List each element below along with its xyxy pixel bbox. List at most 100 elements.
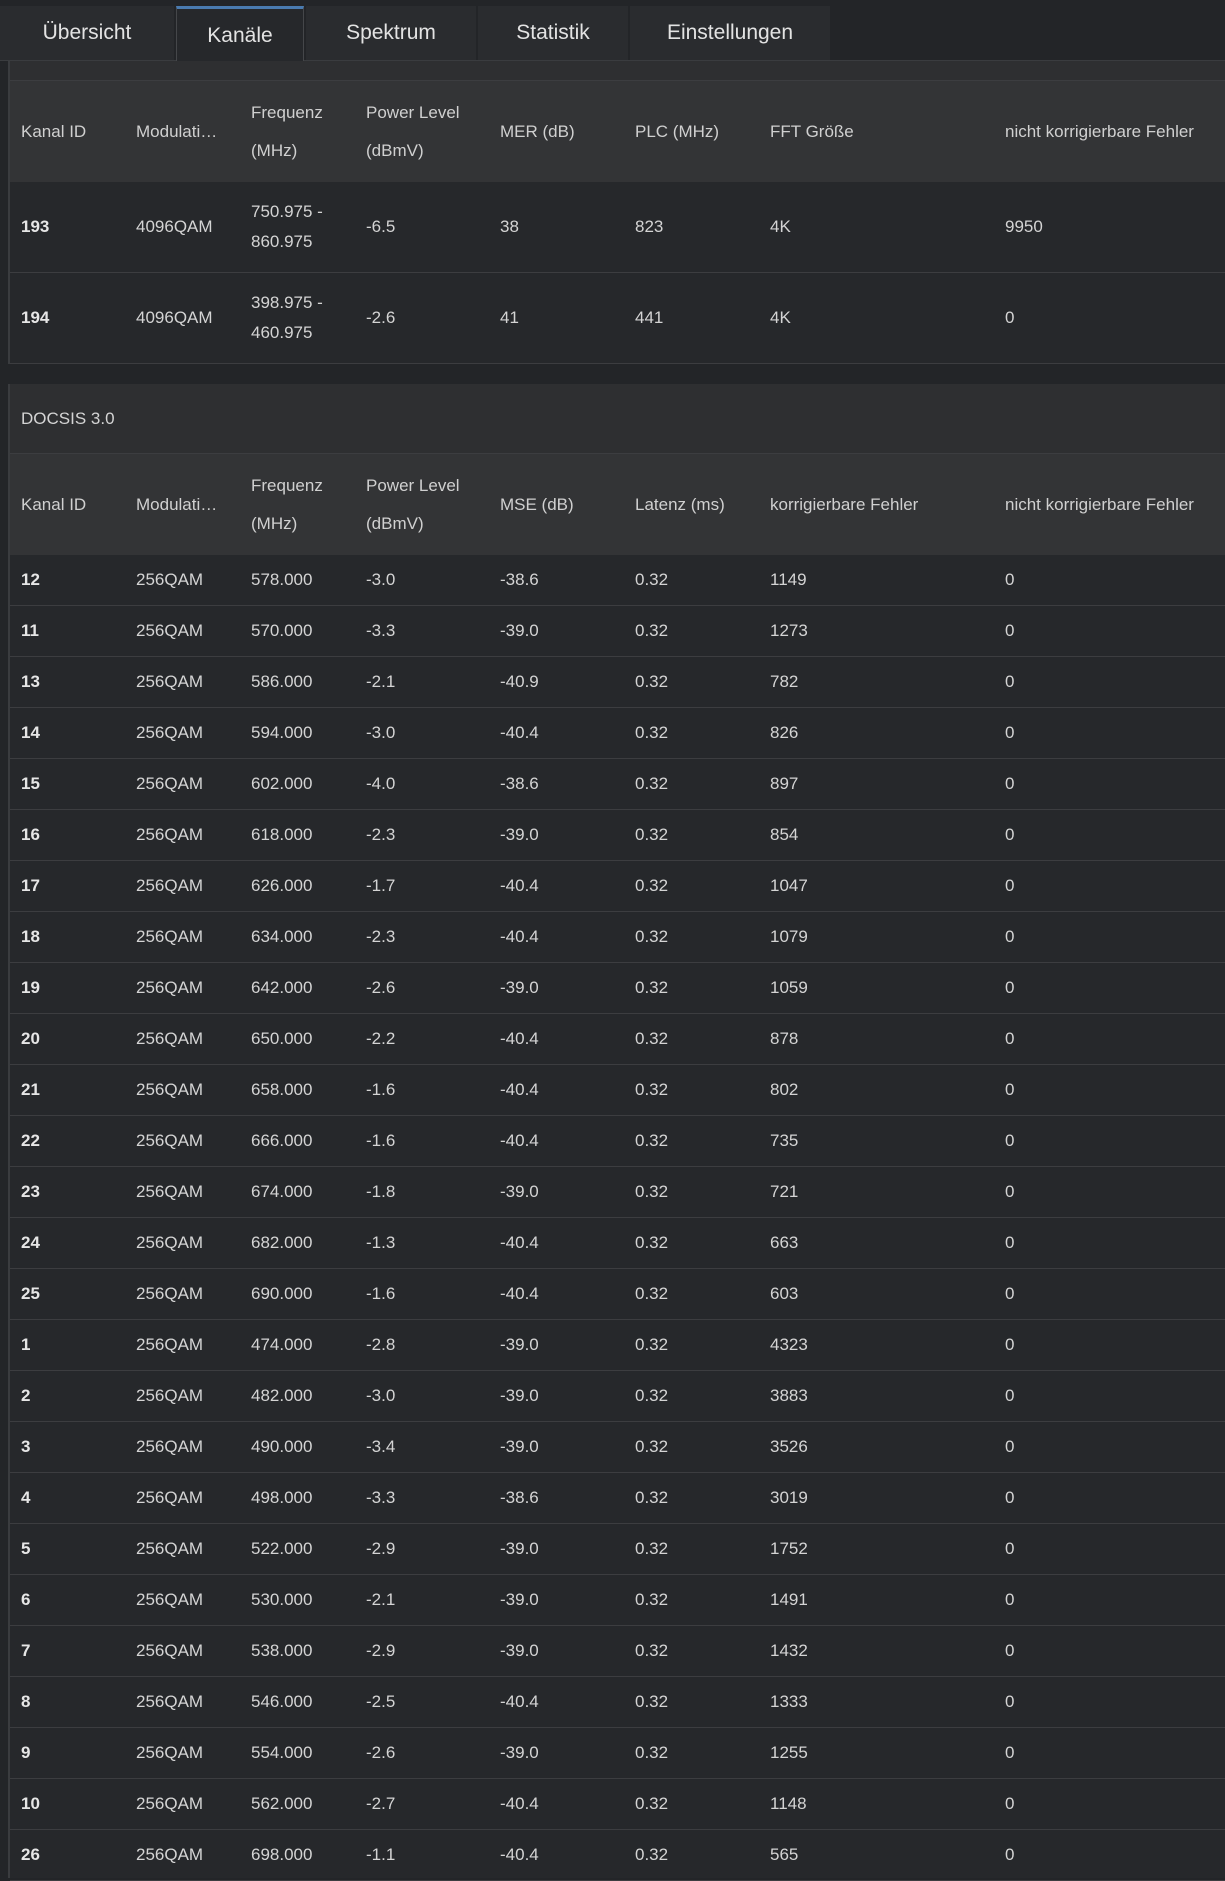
ofdm-channel-table: Kanal ID Modulati… Frequenz (MHz) Power Lev… (10, 81, 1225, 364)
table-cell: 634.000 (240, 911, 355, 963)
table-row: 6 256QAM 530.000 -2.1 -39.0 0.32 1491 0 (10, 1574, 1225, 1626)
table-cell: 0 (994, 1064, 1225, 1116)
table-row: 10 256QAM 562.000 -2.7 -40.4 0.32 1148 0 (10, 1778, 1225, 1830)
table-cell: 26 (10, 1829, 125, 1881)
column-header[interactable]: Kanal ID (10, 81, 125, 182)
table-row: 21 256QAM 658.000 -1.6 -40.4 0.32 802 0 (10, 1064, 1225, 1116)
table-cell: -39.0 (489, 1421, 624, 1473)
table-cell: 0.32 (624, 1421, 759, 1473)
table-cell: 41 (489, 272, 624, 364)
table-cell: -40.4 (489, 1829, 624, 1881)
table-cell: -3.4 (355, 1421, 489, 1473)
table-cell: 256QAM (125, 1319, 240, 1371)
tab-kanaele[interactable]: Kanäle (176, 6, 304, 62)
table-cell: -40.4 (489, 1778, 624, 1830)
table-cell: 256QAM (125, 809, 240, 861)
table-cell: -2.5 (355, 1676, 489, 1728)
table-cell: -1.6 (355, 1064, 489, 1116)
table-cell: -40.4 (489, 1217, 624, 1269)
table-cell: -39.0 (489, 1727, 624, 1779)
ofdm-section: Kanal ID Modulati… Frequenz (MHz) Power Lev… (8, 61, 1225, 364)
column-header[interactable]: PLC (MHz) (624, 81, 759, 182)
table-cell: 193 (10, 182, 125, 273)
table-row: 2 256QAM 482.000 -3.0 -39.0 0.32 3883 0 (10, 1370, 1225, 1422)
table-cell: 0.32 (624, 860, 759, 912)
table-row: 19 256QAM 642.000 -2.6 -39.0 0.32 1059 0 (10, 962, 1225, 1014)
table-cell: 826 (759, 707, 994, 759)
table-cell: 14 (10, 707, 125, 759)
table-cell: 256QAM (125, 1523, 240, 1575)
tab-statistik[interactable]: Statistik (478, 6, 628, 60)
column-header[interactable]: korrigierbare Fehler (759, 454, 994, 555)
table-cell: 1333 (759, 1676, 994, 1728)
table-cell: 3526 (759, 1421, 994, 1473)
table-cell: 0 (994, 1370, 1225, 1422)
column-header[interactable]: MSE (dB) (489, 454, 624, 555)
column-header[interactable]: MER (dB) (489, 81, 624, 182)
table-cell: -2.9 (355, 1625, 489, 1677)
table-row: 17 256QAM 626.000 -1.7 -40.4 0.32 1047 0 (10, 860, 1225, 912)
table-cell: 7 (10, 1625, 125, 1677)
table-row: 3 256QAM 490.000 -3.4 -39.0 0.32 3526 0 (10, 1421, 1225, 1473)
table-cell: 13 (10, 656, 125, 708)
table-cell: 1047 (759, 860, 994, 912)
tab-spektrum[interactable]: Spektrum (306, 6, 476, 60)
column-header[interactable]: nicht korrigierbare Fehler (994, 81, 1225, 182)
table-cell: 0.32 (624, 962, 759, 1014)
table-cell: 17 (10, 860, 125, 912)
column-header[interactable]: FFT Größe (759, 81, 994, 182)
table-cell: 0.32 (624, 656, 759, 708)
table-cell: 1079 (759, 911, 994, 963)
table-cell: -1.6 (355, 1115, 489, 1167)
table-cell: 4323 (759, 1319, 994, 1371)
table-cell: 25 (10, 1268, 125, 1320)
table-cell: 0 (994, 272, 1225, 364)
tab-bar: Übersicht Kanäle Spektrum Statistik Eins… (0, 0, 1225, 62)
table-cell: 0.32 (624, 1013, 759, 1065)
table-cell: 16 (10, 809, 125, 861)
table-cell: 0.32 (624, 1370, 759, 1422)
column-header[interactable]: Frequenz (MHz) (240, 454, 355, 555)
table-cell: 0.32 (624, 911, 759, 963)
column-header[interactable]: Kanal ID (10, 454, 125, 555)
column-header[interactable]: Power Level (dBmV) (355, 81, 489, 182)
table-cell: 3019 (759, 1472, 994, 1524)
table-cell: 586.000 (240, 656, 355, 708)
column-header[interactable]: Power Level (dBmV) (355, 454, 489, 555)
table-cell: 0.32 (624, 1778, 759, 1830)
table-cell: 0 (994, 1319, 1225, 1371)
column-header[interactable]: Frequenz (MHz) (240, 81, 355, 182)
column-header[interactable]: nicht korrigierbare Fehler (994, 454, 1225, 555)
table-cell: -39.0 (489, 1574, 624, 1626)
table-cell: 0.32 (624, 605, 759, 657)
column-header[interactable]: Modulati… (125, 454, 240, 555)
table-cell: 750.975 - 860.975 (240, 182, 355, 273)
table-cell: 18 (10, 911, 125, 963)
table-cell: -39.0 (489, 1625, 624, 1677)
table-cell: 878 (759, 1013, 994, 1065)
table-row: 26 256QAM 698.000 -1.1 -40.4 0.32 565 0 (10, 1829, 1225, 1881)
table-cell: 1148 (759, 1778, 994, 1830)
table-cell: -6.5 (355, 182, 489, 273)
docsis30-channel-table: Kanal ID Modulati… Frequenz (MHz) Power Lev… (10, 454, 1225, 1881)
column-header[interactable]: Modulati… (125, 81, 240, 182)
table-row: 5 256QAM 522.000 -2.9 -39.0 0.32 1752 0 (10, 1523, 1225, 1575)
table-cell: 0 (994, 1472, 1225, 1524)
column-header[interactable]: Latenz (ms) (624, 454, 759, 555)
table-cell: 530.000 (240, 1574, 355, 1626)
table-cell: 522.000 (240, 1523, 355, 1575)
table-cell: 0.32 (624, 809, 759, 861)
table-cell: 256QAM (125, 605, 240, 657)
table-cell: 10 (10, 1778, 125, 1830)
table-cell: -3.3 (355, 1472, 489, 1524)
table-cell: 682.000 (240, 1217, 355, 1269)
table-cell: -40.4 (489, 1676, 624, 1728)
tab-uebersicht[interactable]: Übersicht (0, 6, 174, 60)
table-cell: 1273 (759, 605, 994, 657)
table-cell: 0.32 (624, 1166, 759, 1218)
tab-einstellungen[interactable]: Einstellungen (630, 6, 830, 60)
table-cell: 690.000 (240, 1268, 355, 1320)
table-cell: 854 (759, 809, 994, 861)
table-cell: 0.32 (624, 1574, 759, 1626)
table-cell: 256QAM (125, 1217, 240, 1269)
